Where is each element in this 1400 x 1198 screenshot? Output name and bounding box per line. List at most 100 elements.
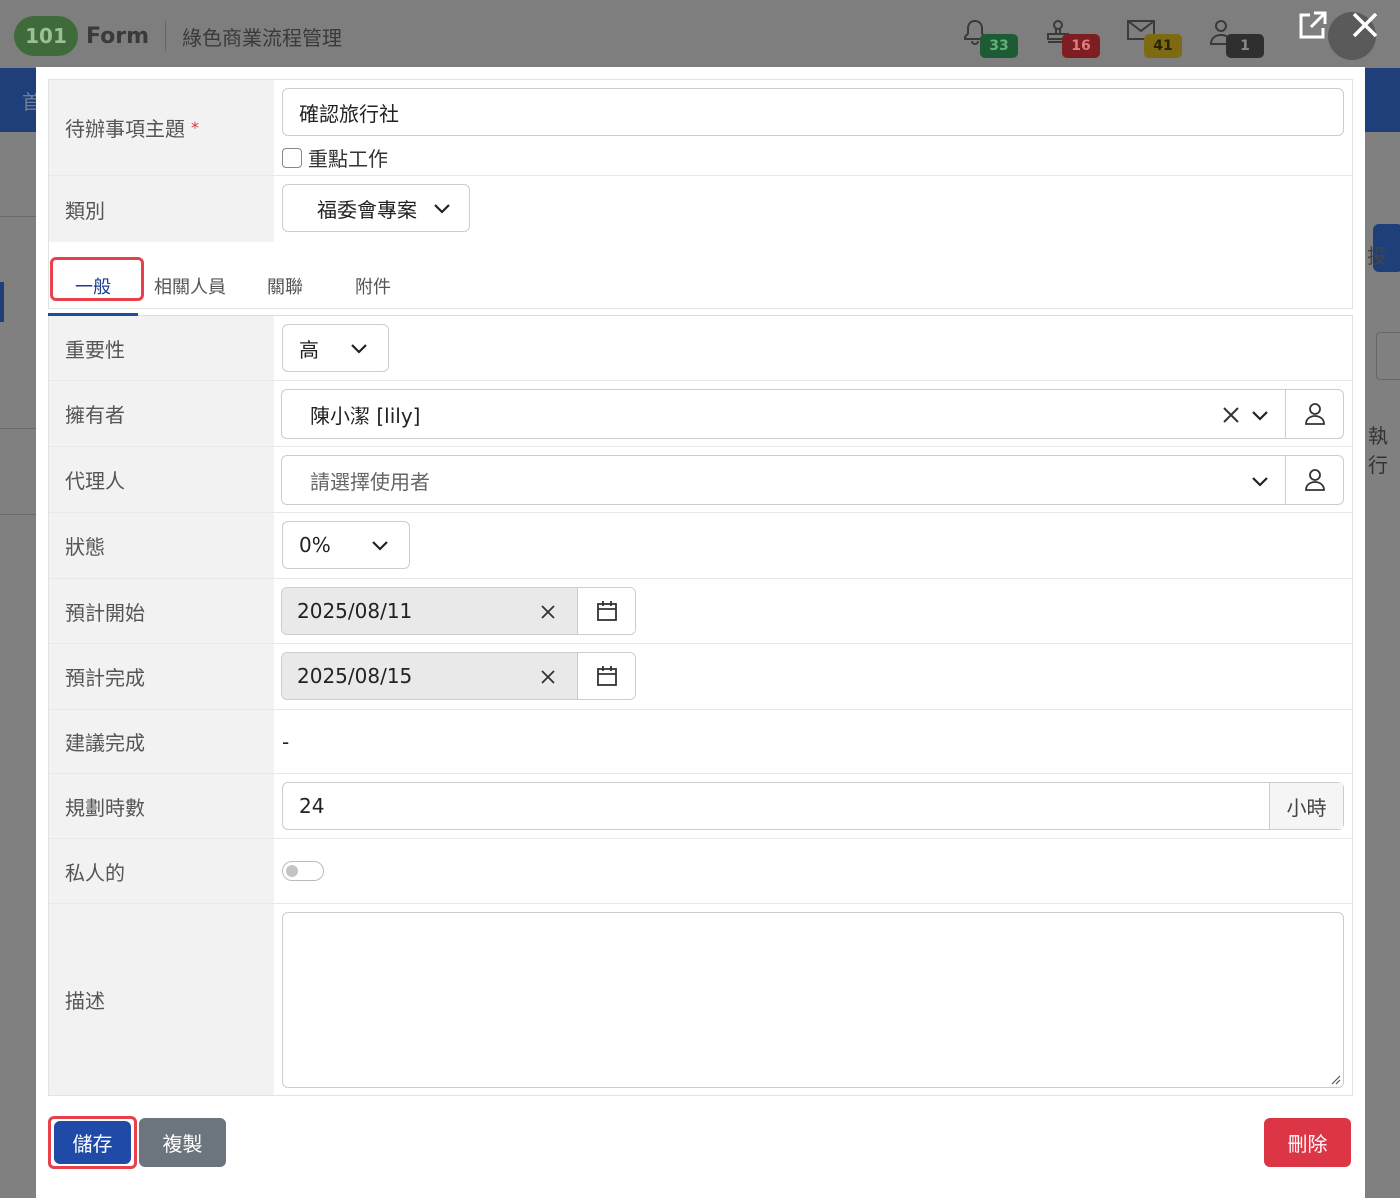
close-icon[interactable]: [1350, 10, 1380, 40]
app-logo: 101 Form 綠色商業流程管理: [14, 16, 342, 56]
modal-actions: [1296, 10, 1380, 42]
finish-date-value: 2025/08/15: [297, 664, 413, 688]
description-label: 描述: [49, 904, 274, 1095]
agent-picker[interactable]: 請選擇使用者: [281, 455, 1344, 505]
bell-notification[interactable]: 33: [962, 18, 1044, 58]
bg-divider: [0, 428, 36, 429]
subject-label: 待辦事項主題 *: [49, 80, 274, 175]
finish-date-input[interactable]: 2025/08/15: [282, 653, 577, 699]
start-date-input[interactable]: 2025/08/11: [282, 588, 577, 634]
required-marker: *: [191, 118, 199, 137]
app-subtitle: 綠色商業流程管理: [182, 25, 343, 50]
hours-row: 規劃時數 24 小時: [49, 774, 1352, 839]
stamp-badge: 16: [1062, 34, 1100, 58]
subject-row: 待辦事項主題 * 確認旅行社 重點工作: [49, 80, 1352, 176]
user-icon: [1304, 403, 1325, 425]
agent-placeholder: 請選擇使用者: [310, 469, 430, 494]
category-row: 類別 福委會專案: [49, 176, 1352, 242]
owner-picker[interactable]: 陳小潔 [lily]: [281, 389, 1344, 439]
tab-related-people[interactable]: 相關人員: [138, 257, 242, 315]
private-row: 私人的: [49, 839, 1352, 904]
hours-unit: 小時: [1269, 783, 1343, 829]
save-button[interactable]: 儲存: [54, 1121, 131, 1164]
important-checkbox-row[interactable]: 重點工作: [282, 143, 388, 172]
chevron-down-icon: [434, 204, 450, 214]
category-label: 類別: [49, 176, 274, 242]
start-date-value: 2025/08/11: [297, 599, 413, 623]
tab-attachments[interactable]: 附件: [328, 257, 418, 315]
copy-button[interactable]: 複製: [139, 1118, 226, 1167]
owner-select[interactable]: 陳小潔 [lily]: [282, 390, 1285, 438]
subject-input[interactable]: 確認旅行社: [282, 88, 1344, 136]
chevron-down-icon: [372, 541, 388, 551]
agent-label: 代理人: [49, 447, 274, 512]
finish-date-picker[interactable]: 2025/08/15: [281, 652, 636, 700]
owner-row: 擁有者 陳小潔 [lily]: [49, 381, 1352, 447]
chevron-down-icon: [1252, 411, 1268, 421]
owner-user-button[interactable]: [1285, 390, 1343, 438]
logo-brand: Form: [86, 23, 150, 49]
status-value: 0%: [299, 533, 331, 557]
start-date-picker[interactable]: 2025/08/11: [281, 587, 636, 635]
agent-select[interactable]: 請選擇使用者: [282, 456, 1285, 504]
private-toggle[interactable]: [282, 861, 324, 881]
priority-select[interactable]: 高: [282, 324, 389, 372]
finish-date-row: 預計完成 2025/08/15: [49, 644, 1352, 710]
hours-input[interactable]: 24: [283, 783, 1269, 829]
priority-row: 重要性 高: [49, 316, 1352, 381]
priority-value: 高: [299, 337, 319, 362]
chevron-down-icon: [1252, 477, 1268, 487]
hours-label: 規劃時數: [49, 774, 274, 838]
description-textarea[interactable]: [282, 912, 1344, 1088]
logo-cloud-icon: 101: [14, 16, 78, 56]
user-badge: 1: [1226, 34, 1264, 58]
general-form: 重要性 高 擁有者 陳小潔 [lily] 代理人 請選擇使用者 狀態 0% 預計…: [48, 316, 1353, 1096]
finish-date-label: 預計完成: [49, 644, 274, 709]
suggested-label: 建議完成: [49, 710, 274, 773]
clear-icon[interactable]: [1221, 405, 1241, 425]
owner-label: 擁有者: [49, 381, 274, 446]
important-label: 重點工作: [308, 147, 388, 171]
description-row: 描述: [49, 904, 1352, 1095]
status-row: 狀態 0%: [49, 513, 1352, 579]
subject-label-text: 待辦事項主題: [65, 117, 185, 141]
calendar-icon: [596, 601, 617, 621]
bell-badge: 33: [980, 34, 1018, 58]
bg-active-indicator: [0, 282, 4, 322]
hours-group: 24 小時: [282, 782, 1344, 830]
notification-icons: 33 16 41 1: [962, 18, 1290, 58]
external-link-icon[interactable]: [1296, 10, 1328, 42]
important-checkbox[interactable]: [282, 147, 302, 168]
user-notification[interactable]: 1: [1208, 18, 1290, 58]
owner-value: 陳小潔 [lily]: [310, 403, 421, 428]
stamp-notification[interactable]: 16: [1044, 18, 1126, 58]
todo-modal: 待辦事項主題 * 確認旅行社 重點工作 類別 福委會專案 一般 相關人員 關聯 …: [36, 67, 1365, 1198]
clear-icon[interactable]: [539, 668, 557, 686]
user-icon: [1304, 469, 1325, 491]
clear-icon[interactable]: [539, 603, 557, 621]
tab-relations[interactable]: 關聯: [242, 257, 328, 315]
delete-button[interactable]: 刪除: [1264, 1118, 1351, 1167]
category-select[interactable]: 福委會專案: [282, 184, 470, 232]
private-label: 私人的: [49, 839, 274, 903]
calendar-icon: [596, 666, 617, 686]
start-calendar-button[interactable]: [577, 588, 635, 634]
bg-column-label: 執行: [1368, 424, 1388, 477]
status-select[interactable]: 0%: [282, 521, 410, 569]
resize-handle-icon[interactable]: [1329, 1073, 1341, 1085]
chevron-down-icon: [351, 344, 367, 354]
bg-input: [1376, 332, 1400, 380]
agent-user-button[interactable]: [1285, 456, 1343, 504]
priority-label: 重要性: [49, 316, 274, 380]
status-label: 狀態: [49, 513, 274, 578]
mail-badge: 41: [1144, 34, 1182, 58]
bg-divider: [0, 514, 36, 515]
start-date-label: 預計開始: [49, 579, 274, 643]
start-date-row: 預計開始 2025/08/11: [49, 579, 1352, 644]
suggested-row: 建議完成 -: [49, 710, 1352, 774]
toggle-knob: [286, 865, 298, 877]
bg-button-label: 投: [1367, 244, 1387, 268]
mail-notification[interactable]: 41: [1126, 18, 1208, 58]
finish-calendar-button[interactable]: [577, 653, 635, 699]
tab-highlight: [50, 257, 144, 301]
